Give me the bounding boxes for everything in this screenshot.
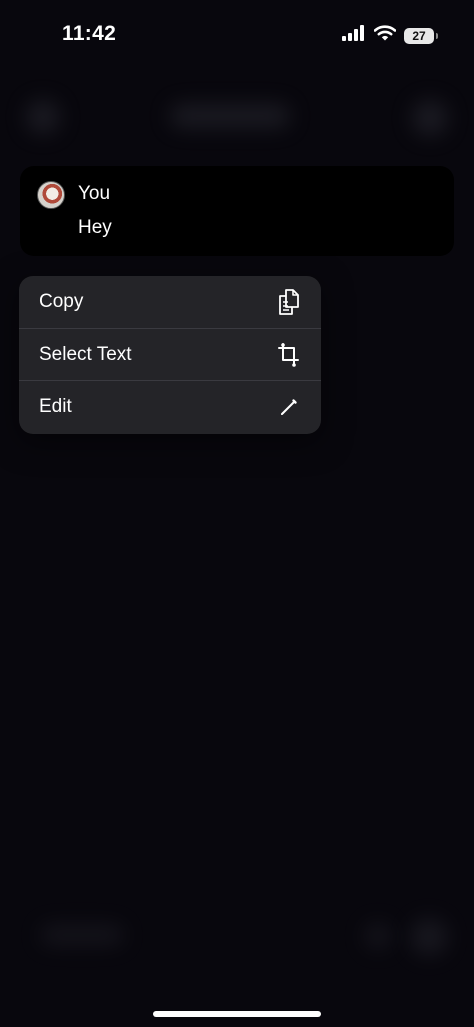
message-author: You xyxy=(78,183,111,204)
battery-icon: 27 xyxy=(404,27,438,44)
message-text[interactable]: Hey xyxy=(78,217,112,239)
message-card[interactable]: You Hey xyxy=(20,166,454,256)
select-text-menu-item[interactable]: Select Text xyxy=(19,328,321,380)
copy-label: Copy xyxy=(39,291,84,312)
blurred-title xyxy=(170,104,290,128)
copy-icon xyxy=(277,289,301,315)
copy-menu-item[interactable]: Copy xyxy=(19,276,321,328)
status-bar: 11:42 27 xyxy=(0,0,474,70)
home-indicator[interactable] xyxy=(153,1011,321,1017)
crop-icon xyxy=(277,342,301,367)
status-time: 11:42 xyxy=(62,22,117,45)
blurred-send-button xyxy=(410,918,448,956)
avatar xyxy=(37,181,65,209)
select-text-label: Select Text xyxy=(39,343,132,365)
blurred-mic-button xyxy=(364,922,392,950)
blurred-menu-button xyxy=(412,100,448,136)
edit-label: Edit xyxy=(39,395,72,417)
blurred-input-field xyxy=(40,924,124,946)
context-menu: Copy Select Text Edit xyxy=(19,276,321,434)
cellular-signal-icon xyxy=(342,25,366,46)
pencil-icon xyxy=(277,395,301,419)
blurred-back-button xyxy=(26,100,60,134)
wifi-icon xyxy=(373,25,397,46)
edit-menu-item[interactable]: Edit xyxy=(19,380,321,432)
status-icons: 27 xyxy=(342,25,438,46)
